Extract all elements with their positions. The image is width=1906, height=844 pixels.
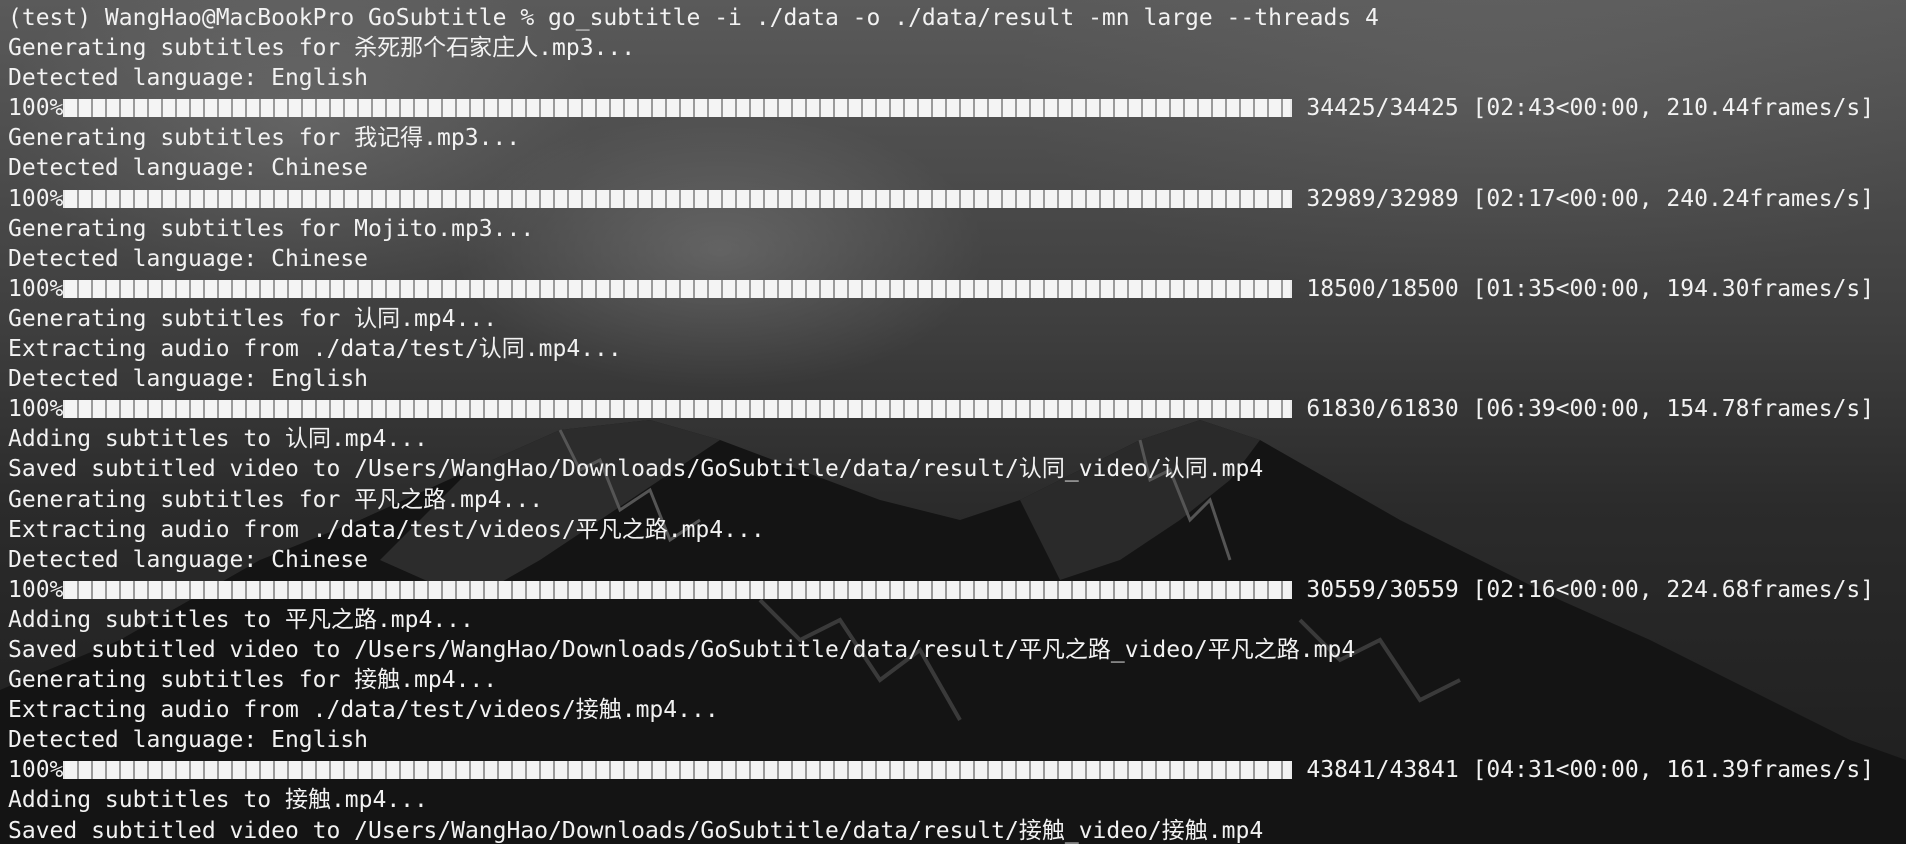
progress-bar — [63, 99, 1293, 118]
output-line: Generating subtitles for 平凡之路.mp4... — [8, 486, 544, 513]
output-line: Adding subtitles to 平凡之路.mp4... — [8, 606, 474, 633]
progress-line: 100% 32989/32989 [02:17<00:00, 240.24fram… — [8, 184, 1874, 214]
command-text: go_subtitle -i ./data -o ./data/result -… — [548, 5, 1379, 31]
progress-bar-fill — [65, 400, 1290, 418]
progress-bar-fill — [65, 581, 1290, 599]
output-line: Generating subtitles for 我记得.mp3... — [8, 125, 521, 152]
progress-percent: 100% — [8, 396, 64, 423]
progress-line: 100% 30559/30559 [02:16<00:00, 224.68fram… — [8, 575, 1874, 605]
progress-stats: 61830/61830 [06:39<00:00, 154.78frames/s… — [1306, 396, 1875, 423]
progress-stats: 43841/43841 [04:31<00:00, 161.39frames/s… — [1306, 757, 1875, 784]
output-line: Generating subtitles for 接触.mp4... — [8, 667, 498, 694]
output-line: Detected language: Chinese — [8, 546, 369, 573]
progress-bar-fill — [65, 280, 1290, 298]
progress-bar-fill — [65, 761, 1290, 779]
progress-stats: 18500/18500 [01:35<00:00, 194.30frames/s… — [1306, 275, 1875, 302]
output-line: Detected language: Chinese — [8, 245, 369, 272]
progress-bar — [63, 189, 1293, 208]
output-line: Detected language: English — [8, 727, 369, 754]
terminal-window[interactable]: (test) WangHao@MacBookPro GoSubtitle % g… — [0, 0, 1906, 844]
output-line: Saved subtitled video to /Users/WangHao/… — [8, 817, 1264, 844]
progress-bar-fill — [65, 190, 1290, 208]
progress-line: 100% 18500/18500 [01:35<00:00, 194.30fram… — [8, 274, 1874, 304]
progress-line: 100% 61830/61830 [06:39<00:00, 154.78fram… — [8, 394, 1874, 424]
output-line: Extracting audio from ./data/test/videos… — [8, 697, 719, 724]
output-line: Generating subtitles for Mojito.mp3... — [8, 215, 535, 242]
progress-percent: 100% — [8, 185, 64, 212]
output-line: Extracting audio from ./data/test/videos… — [8, 516, 765, 543]
output-line: Extracting audio from ./data/test/认同.mp4… — [8, 336, 622, 363]
terminal-output: (test) WangHao@MacBookPro GoSubtitle % g… — [8, 3, 1874, 844]
progress-bar — [63, 400, 1293, 419]
progress-bar — [63, 279, 1293, 298]
progress-percent: 100% — [8, 275, 64, 302]
progress-stats: 32989/32989 [02:17<00:00, 240.24frames/s… — [1306, 185, 1875, 212]
output-line: Adding subtitles to 认同.mp4... — [8, 426, 428, 453]
output-line: Saved subtitled video to /Users/WangHao/… — [8, 456, 1264, 483]
output-line: Detected language: English — [8, 366, 369, 393]
output-line: Detected language: Chinese — [8, 155, 369, 182]
output-line: Generating subtitles for 认同.mp4... — [8, 305, 498, 332]
progress-stats: 34425/34425 [02:43<00:00, 210.44frames/s… — [1306, 95, 1875, 122]
output-line: Generating subtitles for 杀死那个石家庄人.mp3... — [8, 35, 636, 62]
output-line: Detected language: English — [8, 65, 369, 92]
output-line: Saved subtitled video to /Users/WangHao/… — [8, 636, 1356, 663]
output-line: Adding subtitles to 接触.mp4... — [8, 787, 428, 814]
progress-percent: 100% — [8, 95, 64, 122]
progress-line: 100% 43841/43841 [04:31<00:00, 161.39fram… — [8, 755, 1874, 785]
prompt-line: (test) WangHao@MacBookPro GoSubtitle % g… — [8, 3, 1874, 33]
progress-line: 100% 34425/34425 [02:43<00:00, 210.44fram… — [8, 93, 1874, 123]
shell-prompt: (test) WangHao@MacBookPro GoSubtitle % — [8, 5, 549, 31]
progress-bar — [63, 580, 1293, 599]
progress-stats: 30559/30559 [02:16<00:00, 224.68frames/s… — [1306, 576, 1875, 603]
progress-bar-fill — [65, 99, 1290, 117]
progress-percent: 100% — [8, 757, 64, 784]
progress-percent: 100% — [8, 576, 64, 603]
progress-bar — [63, 761, 1293, 780]
